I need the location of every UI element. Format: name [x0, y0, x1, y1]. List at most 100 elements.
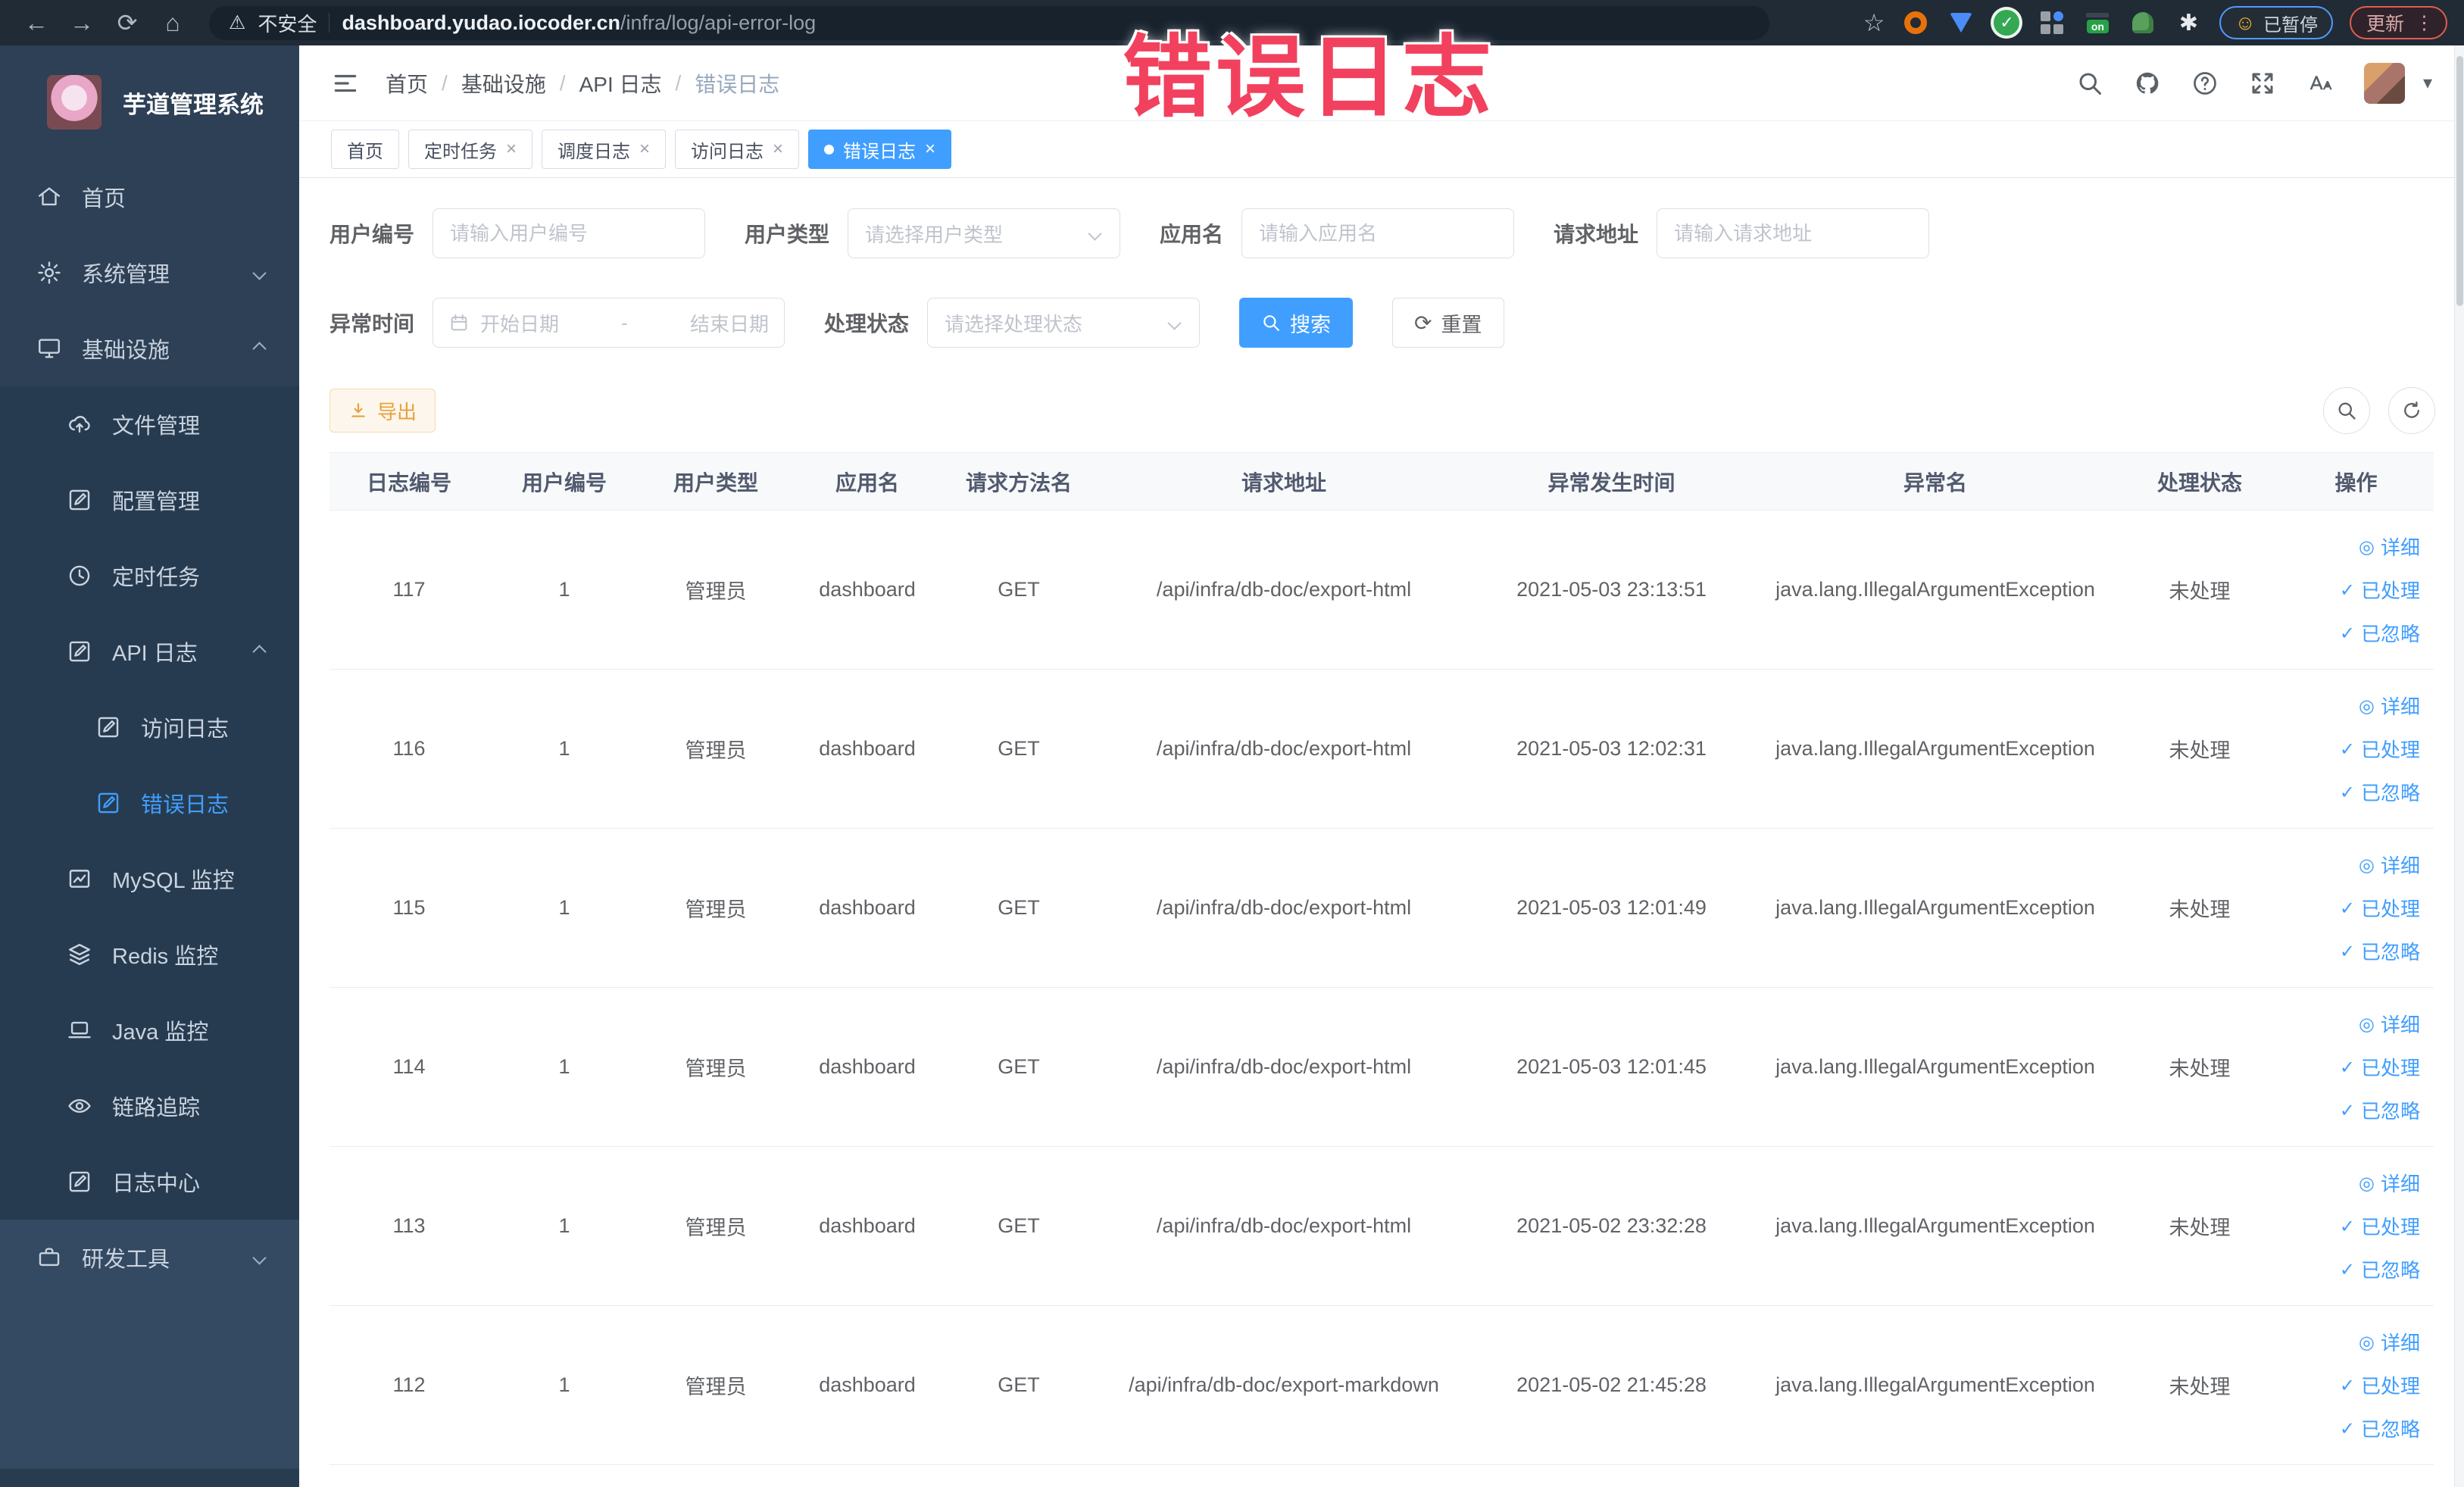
detail-link[interactable]: 详细	[2359, 1169, 2420, 1197]
mark-processed-link[interactable]: 已处理	[2340, 576, 2420, 604]
browser-reload-icon[interactable]	[108, 6, 147, 39]
scrollbar-thumb[interactable]	[2456, 56, 2463, 306]
detail-link[interactable]: 详细	[2359, 851, 2420, 879]
eye-icon	[2359, 535, 2375, 558]
address-bar[interactable]: 不安全 dashboard.yudao.iocoder.cn/infra/log…	[209, 5, 1769, 40]
font-size-icon[interactable]	[2306, 70, 2334, 97]
paused-badge-label: 已暂停	[2263, 14, 2318, 36]
action-label: 已忽略	[2360, 1418, 2420, 1441]
process-status-select[interactable]: 请选择处理状态	[927, 298, 1201, 348]
check-icon	[2340, 621, 2355, 645]
kebab-menu-icon[interactable]	[2415, 11, 2434, 34]
cell-app-name: dashboard	[792, 1305, 943, 1465]
sidebar-item-infrastructure[interactable]: 基础设施	[0, 311, 299, 386]
sidebar-collapse-button[interactable]	[331, 69, 360, 98]
sidebar-item-java-monitor[interactable]: Java 监控	[0, 992, 299, 1068]
user-id-input[interactable]	[433, 208, 706, 258]
orange-ring-extension-icon[interactable]	[1901, 8, 1930, 37]
tab-error-log[interactable]: 错误日志 ×	[808, 130, 952, 169]
tab-access-log[interactable]: 访问日志 ×	[675, 130, 800, 169]
help-icon[interactable]	[2191, 70, 2219, 97]
github-icon[interactable]	[2134, 70, 2161, 97]
cell-method: GET	[943, 1305, 1095, 1465]
mark-ignored-link[interactable]: 已忽略	[2340, 1414, 2420, 1442]
on-switch-extension-icon[interactable]: on	[2083, 8, 2112, 37]
export-button[interactable]: 导出	[329, 389, 436, 433]
mark-ignored-link[interactable]: 已忽略	[2340, 937, 2420, 965]
col-process-status: 处理状态	[2121, 452, 2278, 511]
not-secure-label: 不安全	[258, 12, 317, 36]
user-type-select[interactable]: 请选择用户类型	[848, 208, 1121, 258]
browser-forward-icon[interactable]	[62, 6, 101, 39]
breadcrumb-item[interactable]: 首页	[386, 68, 428, 98]
mark-processed-link[interactable]: 已处理	[2340, 894, 2420, 922]
bookmark-star-icon[interactable]	[1863, 8, 1885, 37]
detail-link[interactable]: 详细	[2359, 1010, 2420, 1038]
sidebar-item-api-log[interactable]: API 日志	[0, 614, 299, 689]
paused-badge[interactable]: 已暂停	[2219, 6, 2333, 39]
breadcrumb-item[interactable]: 基础设施	[461, 68, 546, 98]
breadcrumb-separator: /	[675, 70, 682, 95]
sidebar-item-file-management[interactable]: 文件管理	[0, 386, 299, 462]
user-avatar[interactable]	[2363, 62, 2405, 104]
close-icon[interactable]: ×	[925, 139, 935, 160]
search-button[interactable]: 搜索	[1239, 298, 1354, 348]
app-name-input[interactable]	[1241, 208, 1515, 258]
reset-button[interactable]: 重置	[1392, 298, 1504, 348]
detail-link[interactable]: 详细	[2359, 533, 2420, 561]
sidebar-item-home[interactable]: 首页	[0, 159, 299, 235]
tab-dispatch-log[interactable]: 调度日志 ×	[542, 130, 667, 169]
breadcrumb-item[interactable]: API 日志	[579, 68, 662, 98]
search-icon[interactable]	[2076, 70, 2103, 97]
page-scrollbar[interactable]	[2454, 45, 2464, 1487]
action-label: 已忽略	[2360, 941, 2420, 964]
cell-exception-time: 2021-05-02 23:32:28	[1473, 1146, 1750, 1306]
fullscreen-icon[interactable]	[2249, 70, 2276, 97]
eye-icon	[2359, 1012, 2375, 1036]
puzzle-extension-icon[interactable]	[2174, 8, 2203, 37]
mark-ignored-link[interactable]: 已忽略	[2340, 1096, 2420, 1124]
toggle-search-button[interactable]	[2323, 387, 2370, 434]
close-icon[interactable]: ×	[506, 139, 517, 160]
mark-processed-link[interactable]: 已处理	[2340, 1212, 2420, 1240]
devtools-section: 研发工具	[0, 1220, 299, 1469]
close-icon[interactable]: ×	[639, 139, 650, 160]
tab-home[interactable]: 首页	[331, 130, 399, 169]
calendar-icon	[451, 314, 467, 331]
plant-extension-icon[interactable]	[2128, 8, 2157, 37]
app-logo-row[interactable]: 芋道管理系统	[0, 45, 299, 159]
exception-time-range-picker[interactable]: 开始日期 - 结束日期	[433, 298, 785, 348]
blue-shield-extension-icon[interactable]	[1947, 8, 1975, 37]
grid-extension-icon[interactable]	[2038, 8, 2066, 37]
sidebar-item-config-management[interactable]: 配置管理	[0, 462, 299, 538]
tab-label: 首页	[347, 141, 383, 162]
avatar-caret-icon[interactable]	[2423, 72, 2432, 94]
mark-processed-link[interactable]: 已处理	[2340, 1371, 2420, 1399]
tab-scheduled-tasks[interactable]: 定时任务 ×	[408, 130, 533, 169]
request-url-input[interactable]	[1657, 208, 1930, 258]
mark-processed-link[interactable]: 已处理	[2340, 735, 2420, 763]
sidebar-item-system-management[interactable]: 系统管理	[0, 235, 299, 311]
mark-processed-link[interactable]: 已处理	[2340, 1053, 2420, 1081]
sidebar-item-error-log[interactable]: 错误日志	[0, 765, 299, 841]
detail-link[interactable]: 详细	[2359, 1328, 2420, 1356]
mark-ignored-link[interactable]: 已忽略	[2340, 1255, 2420, 1283]
cell-app-name: dashboard	[792, 669, 943, 829]
sidebar-item-dev-tools[interactable]: 研发工具	[0, 1220, 299, 1295]
mark-ignored-link[interactable]: 已忽略	[2340, 778, 2420, 806]
browser-update-button[interactable]: 更新	[2349, 6, 2447, 39]
browser-home-icon[interactable]	[153, 6, 192, 39]
green-check-extension-icon[interactable]: ✓	[1992, 8, 2021, 37]
close-icon[interactable]: ×	[773, 139, 783, 160]
sidebar-item-redis-monitor[interactable]: Redis 监控	[0, 917, 299, 992]
refresh-table-button[interactable]	[2388, 387, 2435, 434]
detail-link[interactable]: 详细	[2359, 692, 2420, 720]
sidebar-item-trace[interactable]: 链路追踪	[0, 1068, 299, 1144]
mark-ignored-link[interactable]: 已忽略	[2340, 619, 2420, 647]
sidebar-item-log-center[interactable]: 日志中心	[0, 1144, 299, 1220]
tab-label: 调度日志	[557, 141, 631, 162]
sidebar-item-scheduled-tasks[interactable]: 定时任务	[0, 538, 299, 614]
browser-back-icon[interactable]	[17, 6, 56, 39]
sidebar-item-mysql-monitor[interactable]: MySQL 监控	[0, 841, 299, 917]
sidebar-item-access-log[interactable]: 访问日志	[0, 689, 299, 765]
